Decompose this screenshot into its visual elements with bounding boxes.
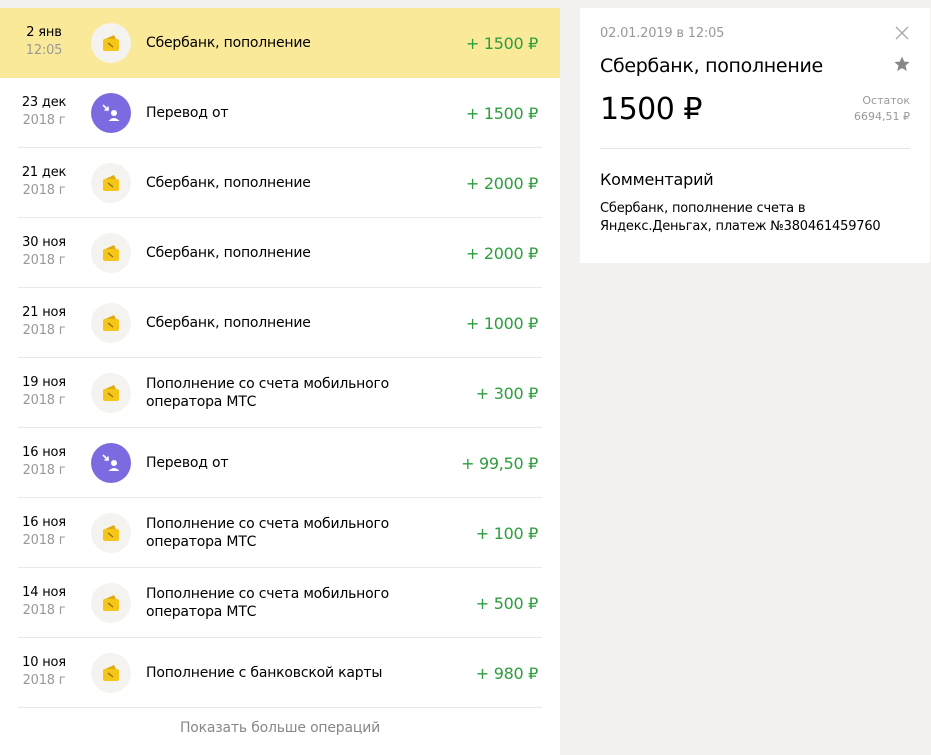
operation-date-day: 21 дек bbox=[21, 165, 67, 180]
operation-details-panel: 02.01.2019 в 12:05 Сбербанк, пополнение … bbox=[580, 8, 930, 263]
operation-amount: + 1000 ₽ bbox=[465, 313, 538, 333]
operation-date-day: 30 ноя bbox=[22, 235, 66, 250]
details-title: Сбербанк, пополнение bbox=[600, 55, 823, 77]
operation-date-day: 19 ноя bbox=[22, 375, 66, 390]
operation-date-sub: 2018 г bbox=[22, 673, 66, 688]
transfer-icon bbox=[91, 443, 131, 483]
operation-date-day: 10 ноя bbox=[22, 655, 66, 670]
operation-date-sub: 2018 г bbox=[22, 463, 66, 478]
operation-date-sub: 2018 г bbox=[22, 603, 66, 618]
operation-date: 19 ноя 2018 г bbox=[14, 374, 74, 410]
operation-date-sub: 2018 г bbox=[22, 253, 66, 268]
operation-date-day: 16 ноя bbox=[22, 515, 66, 530]
operation-date: 10 ноя 2018 г bbox=[14, 654, 74, 690]
operation-amount: + 100 ₽ bbox=[475, 523, 539, 543]
operation-row[interactable]: 21 дек 2018 г Сбербанк, пополнение + 2000 ₽ bbox=[0, 148, 560, 218]
operations-list: 2 янв 12:05 Сбербанк, пополнение + 1500 ₽23… bbox=[0, 8, 560, 755]
divider bbox=[600, 148, 910, 149]
operation-title: Пополнение с банковской карты bbox=[146, 665, 383, 681]
balance-label: Остаток bbox=[862, 94, 910, 107]
wallet-icon bbox=[91, 233, 131, 273]
star-icon[interactable] bbox=[893, 55, 911, 73]
operation-date-sub: 2018 г bbox=[22, 183, 66, 198]
operation-row[interactable]: 16 ноя 2018 г Пополнение со счета мобильно… bbox=[0, 498, 560, 568]
wallet-icon bbox=[91, 373, 131, 413]
operation-amount: + 300 ₽ bbox=[475, 383, 539, 403]
operation-date: 16 ноя 2018 г bbox=[14, 514, 74, 550]
operation-title: Пополнение со счета мобильного оператора… bbox=[146, 586, 390, 620]
operation-date: 14 ноя 2018 г bbox=[14, 584, 74, 620]
operation-amount: + 1500 ₽ bbox=[465, 33, 538, 53]
operation-amount: + 500 ₽ bbox=[475, 593, 539, 613]
operation-date: 16 ноя 2018 г bbox=[14, 444, 74, 480]
operation-row[interactable]: 23 дек 2018 г Перевод от + 1500 ₽ bbox=[0, 78, 560, 148]
wallet-icon bbox=[91, 513, 131, 553]
operation-date-day: 21 ноя bbox=[22, 305, 66, 320]
operation-date-day: 23 дек bbox=[21, 95, 67, 110]
row-divider bbox=[18, 707, 542, 708]
operation-date: 30 ноя 2018 г bbox=[14, 234, 74, 270]
operation-date: 21 ноя 2018 г bbox=[14, 304, 74, 340]
details-amount: 1500 ₽ bbox=[600, 92, 702, 127]
operation-date-sub: 2018 г bbox=[22, 533, 66, 548]
operation-title: Сбербанк, пополнение bbox=[146, 175, 311, 191]
wallet-icon bbox=[91, 583, 131, 623]
operation-date-day: 16 ноя bbox=[22, 445, 66, 460]
operation-title: Перевод от bbox=[146, 455, 229, 471]
operation-amount: + 2000 ₽ bbox=[465, 243, 538, 263]
operation-amount: + 99,50 ₽ bbox=[461, 453, 538, 473]
operation-amount: + 2000 ₽ bbox=[465, 173, 538, 193]
wallet-icon bbox=[91, 163, 131, 203]
operation-title: Пополнение со счета мобильного оператора… bbox=[146, 376, 390, 410]
operation-title: Сбербанк, пополнение bbox=[146, 35, 311, 51]
operation-date-sub: 2018 г bbox=[22, 113, 66, 128]
operation-date-sub: 2018 г bbox=[22, 323, 66, 338]
operation-title: Пополнение со счета мобильного оператора… bbox=[146, 516, 390, 550]
operation-row[interactable]: 2 янв 12:05 Сбербанк, пополнение + 1500 ₽ bbox=[0, 8, 560, 78]
operation-row[interactable]: 30 ноя 2018 г Сбербанк, пополнение + 2000 ₽ bbox=[0, 218, 560, 288]
comment-text: Сбербанк, пополнение счета в Яндекс.День… bbox=[600, 201, 881, 234]
operation-date-sub: 2018 г bbox=[22, 393, 66, 408]
transfer-icon bbox=[91, 93, 131, 133]
show-more-operations-link[interactable]: Показать больше операций bbox=[0, 720, 560, 736]
operation-date: 21 дек 2018 г bbox=[14, 164, 74, 200]
comment-heading: Комментарий bbox=[600, 170, 714, 189]
wallet-icon bbox=[91, 303, 131, 343]
operation-date-day: 2 янв bbox=[26, 25, 62, 40]
close-icon[interactable] bbox=[893, 24, 911, 42]
operation-row[interactable]: 14 ноя 2018 г Пополнение со счета мобильно… bbox=[0, 568, 560, 638]
operation-row[interactable]: 19 ноя 2018 г Пополнение со счета мобильно… bbox=[0, 358, 560, 428]
operation-row[interactable]: 10 ноя 2018 г Пополнение с банковской карт… bbox=[0, 638, 560, 708]
operation-date: 2 янв 12:05 bbox=[14, 24, 74, 60]
operation-amount: + 980 ₽ bbox=[475, 663, 539, 683]
operation-date-sub: 12:05 bbox=[25, 43, 63, 58]
operation-title: Перевод от bbox=[146, 105, 229, 121]
operation-title: Сбербанк, пополнение bbox=[146, 315, 311, 331]
operation-row[interactable]: 16 ноя 2018 г Перевод от + 99,50 ₽ bbox=[0, 428, 560, 498]
balance-value: 6694,51 ₽ bbox=[854, 110, 910, 123]
wallet-icon bbox=[91, 653, 131, 693]
wallet-icon bbox=[91, 23, 131, 63]
operation-date: 23 дек 2018 г bbox=[14, 94, 74, 130]
operation-row[interactable]: 21 ноя 2018 г Сбербанк, пополнение + 1000 ₽ bbox=[0, 288, 560, 358]
operation-amount: + 1500 ₽ bbox=[465, 103, 538, 123]
operation-date-day: 14 ноя bbox=[22, 585, 66, 600]
details-datetime: 02.01.2019 в 12:05 bbox=[600, 26, 725, 41]
operation-title: Сбербанк, пополнение bbox=[146, 245, 311, 261]
